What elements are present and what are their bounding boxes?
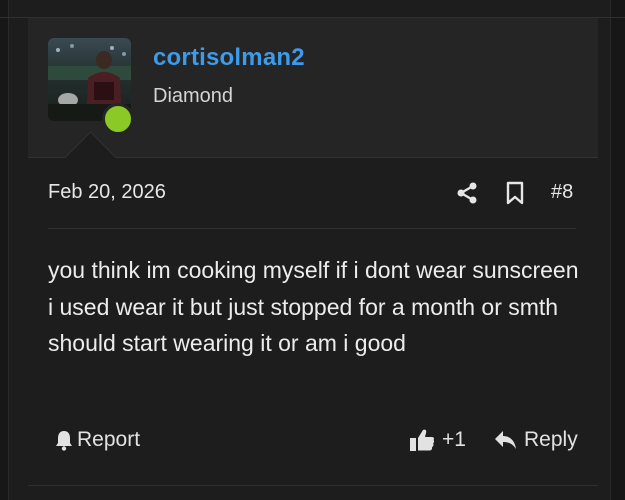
share-icon xyxy=(457,182,477,204)
username-link[interactable]: cortisolman2 xyxy=(153,44,305,72)
reply-arrow-icon xyxy=(495,431,516,449)
divider xyxy=(28,485,598,486)
divider xyxy=(48,228,576,229)
report-button[interactable]: Report xyxy=(54,428,140,452)
like-button[interactable]: +1 xyxy=(409,428,466,452)
report-label: Report xyxy=(77,428,141,451)
like-count: +1 xyxy=(442,428,466,451)
share-button[interactable] xyxy=(455,181,479,205)
online-status-indicator xyxy=(102,103,134,135)
post-body: you think im cooking myself if i dont we… xyxy=(48,257,579,356)
bell-icon xyxy=(56,431,72,451)
bookmark-button[interactable] xyxy=(505,181,525,205)
thumbs-up-icon xyxy=(410,429,435,451)
reply-label: Reply xyxy=(524,428,578,451)
post-date[interactable]: Feb 20, 2026 xyxy=(48,181,166,204)
user-rank: Diamond xyxy=(153,85,234,107)
reply-button[interactable]: Reply xyxy=(494,428,578,452)
post-number-link[interactable]: #8 xyxy=(551,181,573,204)
bookmark-icon xyxy=(506,181,524,205)
